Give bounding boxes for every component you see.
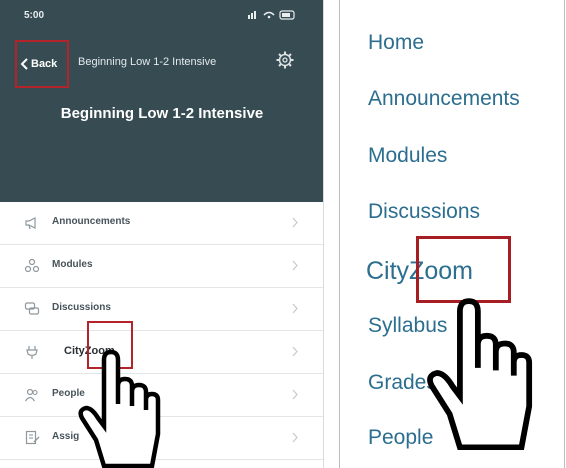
menu-row-label: Discussions xyxy=(52,302,111,313)
menu-row-label: CityZoom xyxy=(64,345,115,357)
nav-link-grades[interactable]: Grades xyxy=(368,371,437,395)
course-navigation-panel: Home Announcements Modules Discussions C… xyxy=(339,0,565,468)
menu-row-label: People xyxy=(52,388,85,399)
chevron-right-icon xyxy=(292,346,298,357)
nav-bar-title: Beginning Low 1-2 Intensive xyxy=(78,56,217,68)
nav-link-people[interactable]: People xyxy=(368,426,433,450)
nav-link-modules[interactable]: Modules xyxy=(368,144,447,168)
menu-row-people[interactable]: People xyxy=(0,374,324,417)
nav-link-announcements[interactable]: Announcements xyxy=(368,87,520,111)
plug-icon xyxy=(26,346,38,359)
menu-row-assignments[interactable]: Assig xyxy=(0,417,324,460)
course-header: 5:00 Back Beginning Low 1-2 Intensive Be… xyxy=(0,0,324,202)
modules-icon xyxy=(24,258,40,273)
back-chevron-icon xyxy=(20,58,28,70)
menu-row-label: Modules xyxy=(52,259,93,270)
course-menu-list: Announcements Modules Discussions CityZo… xyxy=(0,202,324,460)
screenshot-composite: 5:00 Back Beginning Low 1-2 Intensive Be… xyxy=(0,0,566,468)
nav-link-home[interactable]: Home xyxy=(368,31,424,55)
course-title: Beginning Low 1-2 Intensive xyxy=(60,105,264,122)
assignments-icon xyxy=(25,430,40,445)
chevron-right-icon xyxy=(292,432,298,443)
nav-link-syllabus[interactable]: Syllabus xyxy=(368,314,447,338)
menu-row-label: Announcements xyxy=(52,216,131,227)
nav-link-discussions[interactable]: Discussions xyxy=(368,200,480,224)
status-bar-icons xyxy=(248,10,295,20)
people-icon xyxy=(24,388,38,402)
chevron-right-icon xyxy=(292,217,298,228)
back-label: Back xyxy=(31,58,58,70)
chevron-right-icon xyxy=(292,389,298,400)
menu-row-discussions[interactable]: Discussions xyxy=(0,288,324,331)
nav-link-cityzoom[interactable]: CityZoom xyxy=(366,257,473,286)
megaphone-icon xyxy=(25,217,36,230)
menu-row-label: Assig xyxy=(52,431,80,442)
menu-row-cityzoom[interactable]: CityZoom xyxy=(0,331,324,374)
chevron-right-icon xyxy=(292,260,298,271)
menu-row-modules[interactable]: Modules xyxy=(0,245,324,288)
gear-icon[interactable] xyxy=(276,51,294,69)
mobile-app-screen: 5:00 Back Beginning Low 1-2 Intensive Be… xyxy=(0,0,324,468)
status-time: 5:00 xyxy=(24,10,45,21)
menu-row-announcements[interactable]: Announcements xyxy=(0,202,324,245)
chevron-right-icon xyxy=(292,303,298,314)
back-button[interactable]: Back xyxy=(15,40,69,88)
panel-divider xyxy=(323,0,324,468)
discussions-icon xyxy=(24,302,40,315)
